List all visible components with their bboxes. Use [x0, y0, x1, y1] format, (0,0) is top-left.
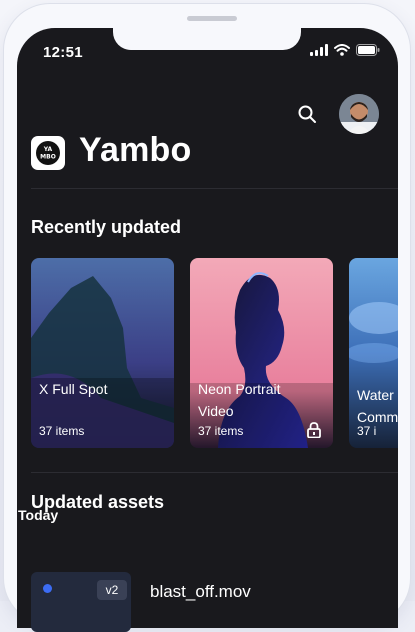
search-icon [298, 105, 316, 123]
yambo-logo: YA MBO [31, 136, 65, 170]
battery-icon [356, 44, 380, 56]
asset-name[interactable]: blast_off.mov [150, 582, 251, 602]
app-title: Yambo [79, 131, 192, 169]
header-divider [31, 188, 398, 189]
header-actions [293, 94, 379, 134]
svg-text:MBO: MBO [40, 154, 56, 161]
asset-thumbnail[interactable]: v2 [31, 572, 131, 632]
collection-card[interactable]: X Full Spot 37 items [31, 258, 174, 448]
app-screen: 12:51 YA MBO Yambo Recently updated X Fu… [17, 28, 398, 628]
section-divider [31, 472, 398, 473]
avatar-photo-icon [339, 94, 379, 134]
collection-card[interactable]: Water Comm 37 i [349, 258, 398, 448]
cellular-signal-icon [310, 44, 328, 56]
speaker-bar [187, 16, 237, 21]
today-group-label: Today [18, 507, 59, 523]
status-dot-icon [43, 584, 52, 593]
search-button[interactable] [293, 100, 321, 128]
card-title: X Full Spot [39, 381, 108, 397]
card-title-line: Neon Portrait [198, 381, 281, 397]
status-icons [310, 44, 380, 56]
yambo-logo-mark: YA MBO [36, 141, 60, 165]
card-artwork-mountain [31, 258, 174, 448]
collection-card[interactable]: Neon Portrait Video 37 items [190, 258, 333, 448]
notch [113, 28, 301, 50]
lock-icon [307, 422, 321, 438]
card-item-count: 37 i [357, 424, 377, 438]
wifi-icon [334, 44, 350, 56]
card-item-count: 37 items [198, 424, 244, 438]
user-avatar[interactable] [339, 94, 379, 134]
card-item-count: 37 items [39, 424, 85, 438]
svg-text:YA: YA [43, 146, 53, 153]
version-badge: v2 [97, 580, 127, 600]
card-title-line: Video [198, 403, 234, 419]
recently-updated-title: Recently updated [31, 217, 182, 237]
status-time: 12:51 [43, 44, 83, 61]
card-title-line: Water [357, 387, 394, 403]
